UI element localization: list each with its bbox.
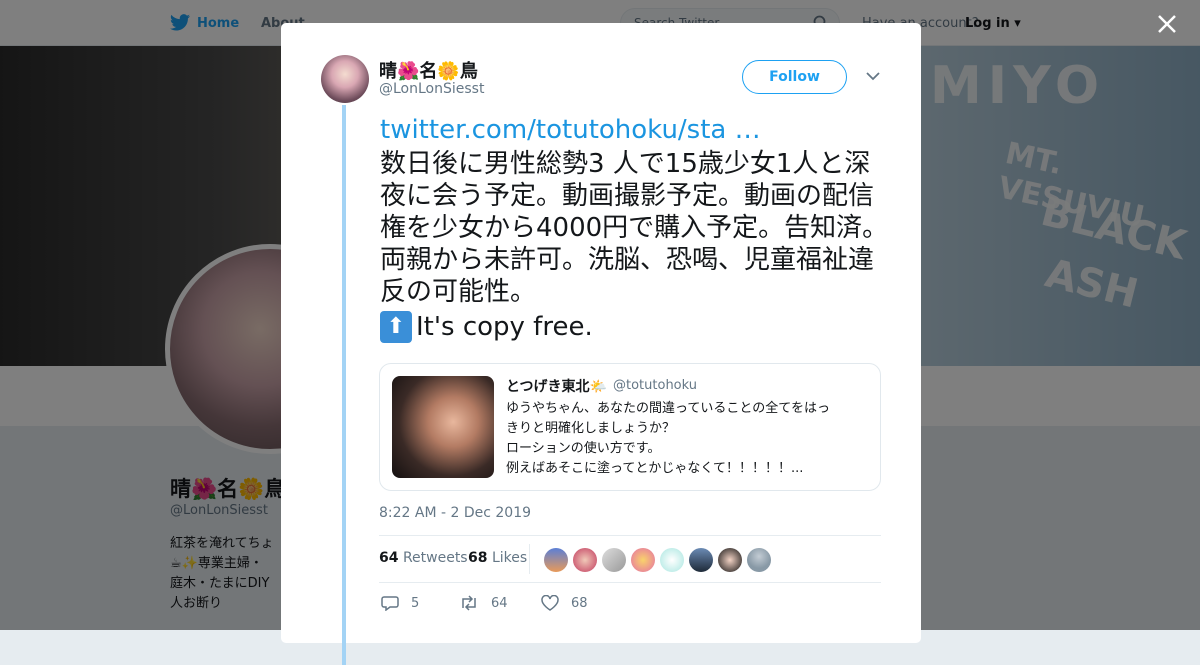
tweet-stats: 64 Retweets 68 Likes <box>379 535 881 583</box>
quoted-author-handle: @totutohoku <box>613 378 697 393</box>
tweet-extra-text: It's copy free. <box>416 312 593 342</box>
likes-count: 68 <box>468 550 488 566</box>
close-icon[interactable] <box>1155 12 1179 36</box>
reply-action[interactable]: 5 <box>381 595 419 611</box>
likes-label: Likes <box>491 550 528 566</box>
tweet-modal: 晴🌺名🌼鳥 @LonLonSiesst Follow twitter.com/t… <box>281 23 921 665</box>
stats-divider <box>529 544 530 574</box>
tweet-text: 数日後に男性総勢3 人で15歳少女1人と深夜に会う予定。動画撮影予定。動画の配信… <box>380 149 889 307</box>
like-action[interactable]: 68 <box>541 595 588 611</box>
quoted-tweet-thumbnail <box>392 376 494 478</box>
retweets-count: 64 <box>379 550 399 566</box>
quoted-tweet-card[interactable]: とつげき東北🌤️ @totutohoku ゆうやちゃん、あなたの間違っていること… <box>379 363 881 491</box>
retweets-label: Retweets <box>402 550 468 566</box>
liker-avatar[interactable] <box>573 548 597 572</box>
quoted-text-line: 例えばあそこに塗ってとかじゃなくて！！！！！... <box>506 461 804 476</box>
quoted-text-line: きりと明確化しましょうか？ <box>506 421 676 436</box>
author-handle[interactable]: @LonLonSiesst <box>379 81 484 97</box>
retweet-icon <box>462 595 476 611</box>
quoted-text-line: ゆうやちゃん、あなたの間違っていることの全てをはっ <box>506 401 830 416</box>
follow-button[interactable]: Follow <box>742 60 847 94</box>
up-arrow-icon: ⬆ <box>380 311 412 343</box>
retweets-stat[interactable]: 64 Retweets <box>379 550 468 566</box>
quoted-text-line: ローションの使い方です。 <box>506 441 661 456</box>
author-name[interactable]: 晴🌺名🌼鳥 <box>379 57 478 83</box>
liker-avatar[interactable] <box>602 548 626 572</box>
quoted-author-name: とつげき東北🌤️ <box>506 379 607 395</box>
retweet-action[interactable]: 64 <box>459 595 508 611</box>
liker-avatar[interactable] <box>689 548 713 572</box>
tweet-timestamp[interactable]: 8:22 AM - 2 Dec 2019 <box>379 505 531 521</box>
liker-avatar[interactable] <box>544 548 568 572</box>
likes-stat[interactable]: 68 Likes <box>468 550 527 566</box>
reply-icon <box>381 596 399 611</box>
tweet-extra-line: ⬆ It's copy free. <box>380 311 593 343</box>
liker-avatar[interactable] <box>660 548 684 572</box>
author-avatar[interactable] <box>321 55 369 103</box>
liker-avatar[interactable] <box>718 548 742 572</box>
like-count: 68 <box>571 595 588 611</box>
liker-avatar[interactable] <box>747 548 771 572</box>
reply-count: 5 <box>411 595 420 611</box>
tweet-link[interactable]: twitter.com/totutohoku/sta … <box>380 115 761 145</box>
liker-avatar[interactable] <box>631 548 655 572</box>
thread-line <box>342 105 346 665</box>
chevron-down-icon[interactable] <box>866 71 880 81</box>
retweet-count: 64 <box>491 595 508 611</box>
heart-icon <box>541 595 559 611</box>
